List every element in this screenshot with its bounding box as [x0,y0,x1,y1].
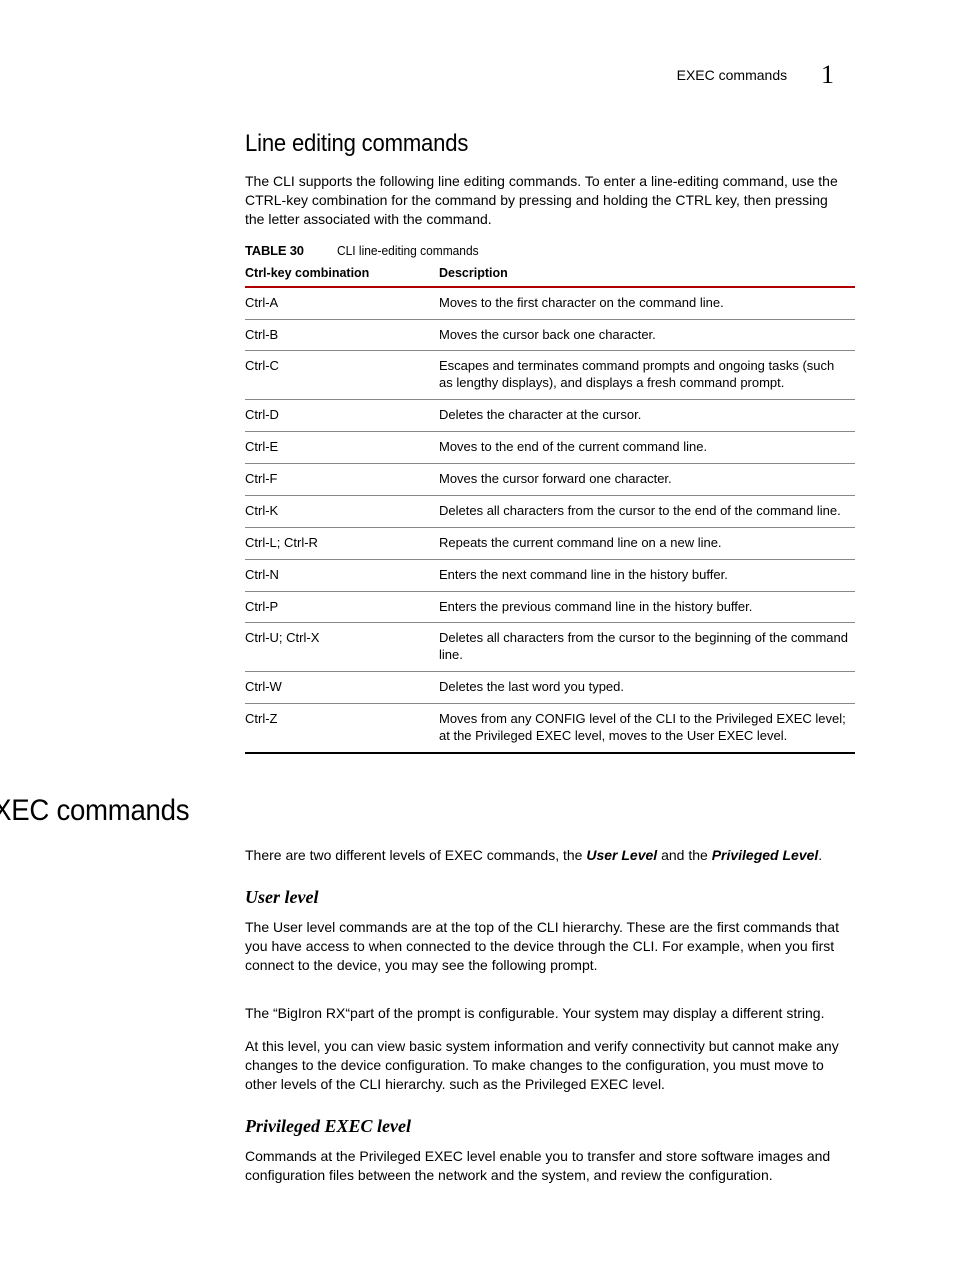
description-cell: Deletes all characters from the cursor t… [439,623,855,672]
description-cell: Repeats the current command line on a ne… [439,527,855,559]
chapter-title-exec: EXEC commands [0,794,844,828]
cli-line-editing-table: Ctrl-key combination Description Ctrl-AM… [245,260,855,754]
section-line-editing: Line editing commands The CLI supports t… [245,130,844,754]
ctrl-key-cell: Ctrl-B [245,319,439,351]
section-exec: There are two different levels of EXEC c… [245,846,844,1185]
ctrl-key-cell: Ctrl-P [245,591,439,623]
description-cell: Moves to the first character on the comm… [439,287,855,319]
table-row: Ctrl-NEnters the next command line in th… [245,559,855,591]
ctrl-key-cell: Ctrl-K [245,495,439,527]
table-row: Ctrl-KDeletes all characters from the cu… [245,495,855,527]
section-intro: The CLI supports the following line edit… [245,172,844,229]
emphasis-privileged-level: Privileged Level [712,847,819,863]
section-title-line-editing: Line editing commands [245,130,844,158]
text: and the [657,847,712,863]
user-level-p2: The “BigIron RX“part of the prompt is co… [245,1004,844,1023]
table-title: CLI line-editing commands [337,243,479,258]
text: There are two different levels of EXEC c… [245,847,586,863]
description-cell: Moves the cursor back one character. [439,319,855,351]
description-cell: Escapes and terminates command prompts a… [439,351,855,400]
table-row: Ctrl-CEscapes and terminates command pro… [245,351,855,400]
ctrl-key-cell: Ctrl-U; Ctrl-X [245,623,439,672]
table-row: Ctrl-ZMoves from any CONFIG level of the… [245,704,855,753]
table-row: Ctrl-AMoves to the first character on th… [245,287,855,319]
ctrl-key-cell: Ctrl-L; Ctrl-R [245,527,439,559]
page: EXEC commands 1 Line editing commands Th… [0,0,954,1279]
user-level-p3: At this level, you can view basic system… [245,1037,844,1094]
description-cell: Deletes all characters from the cursor t… [439,495,855,527]
running-title-text: EXEC commands [677,67,787,83]
description-cell: Enters the previous command line in the … [439,591,855,623]
table-header-desc: Description [439,260,855,287]
table-row: Ctrl-L; Ctrl-RRepeats the current comman… [245,527,855,559]
description-cell: Moves from any CONFIG level of the CLI t… [439,704,855,753]
ctrl-key-cell: Ctrl-Z [245,704,439,753]
description-cell: Moves the cursor forward one character. [439,464,855,496]
emphasis-user-level: User Level [586,847,657,863]
table-row: Ctrl-WDeletes the last word you typed. [245,672,855,704]
table-row: Ctrl-EMoves to the end of the current co… [245,432,855,464]
table-row: Ctrl-U; Ctrl-XDeletes all characters fro… [245,623,855,672]
running-header: EXEC commands 1 [110,60,844,90]
chapter-number: 1 [821,60,834,89]
table-row: Ctrl-BMoves the cursor back one characte… [245,319,855,351]
table-row: Ctrl-PEnters the previous command line i… [245,591,855,623]
ctrl-key-cell: Ctrl-E [245,432,439,464]
description-cell: Moves to the end of the current command … [439,432,855,464]
ctrl-key-cell: Ctrl-A [245,287,439,319]
description-cell: Deletes the last word you typed. [439,672,855,704]
privileged-p1: Commands at the Privileged EXEC level en… [245,1147,844,1185]
table-row: Ctrl-DDeletes the character at the curso… [245,400,855,432]
subsection-title-privileged-exec: Privileged EXEC level [245,1116,844,1137]
table-row: Ctrl-FMoves the cursor forward one chara… [245,464,855,496]
description-cell: Deletes the character at the cursor. [439,400,855,432]
ctrl-key-cell: Ctrl-W [245,672,439,704]
table-caption: TABLE 30 CLI line-editing commands [245,243,844,258]
description-cell: Enters the next command line in the hist… [439,559,855,591]
ctrl-key-cell: Ctrl-N [245,559,439,591]
ctrl-key-cell: Ctrl-F [245,464,439,496]
subsection-title-user-level: User level [245,887,844,908]
ctrl-key-cell: Ctrl-D [245,400,439,432]
table-label: TABLE 30 [245,243,304,258]
ctrl-key-cell: Ctrl-C [245,351,439,400]
table-header-key: Ctrl-key combination [245,260,439,287]
exec-intro: There are two different levels of EXEC c… [245,846,844,865]
text: . [818,847,822,863]
user-level-p1: The User level commands are at the top o… [245,918,844,975]
